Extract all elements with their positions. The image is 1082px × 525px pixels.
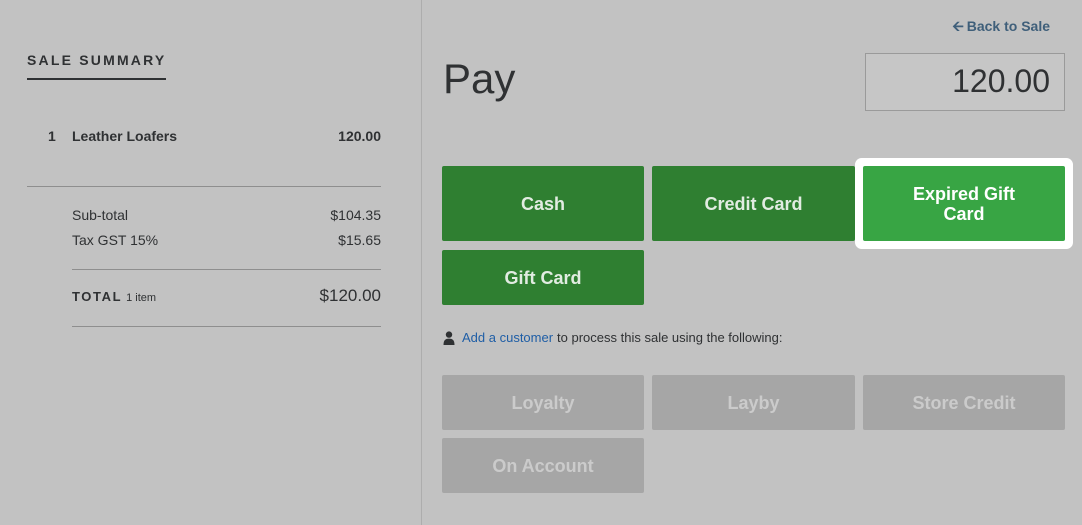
back-to-sale-link[interactable]: 🡨 Back to Sale xyxy=(952,16,1050,40)
credit-card-button[interactable]: Credit Card xyxy=(652,166,855,241)
subtotal-label: Sub-total xyxy=(72,207,129,223)
back-to-sale-label: Back to Sale xyxy=(966,18,1050,34)
total-value: $120.00 xyxy=(319,286,381,305)
divider xyxy=(72,269,381,270)
total-item-count: 1 item xyxy=(126,292,157,304)
total-label: TOTAL xyxy=(72,289,123,304)
tax-label: Tax GST 15% xyxy=(72,232,159,248)
on-account-button[interactable]: On Account xyxy=(442,438,644,493)
line-item-price: 120.00 xyxy=(338,128,381,144)
store-credit-button[interactable]: Store Credit xyxy=(863,375,1065,430)
line-item-name: Leather Loafers xyxy=(72,128,178,144)
arrow-left-icon: 🡨 xyxy=(952,18,964,34)
user-icon xyxy=(443,330,455,345)
subtotal-row: Sub-total $104.35 xyxy=(72,207,381,223)
divider xyxy=(27,186,381,187)
tax-value: $15.65 xyxy=(338,232,381,248)
cash-button[interactable]: Cash xyxy=(442,166,644,241)
add-customer-link[interactable]: Add a customer xyxy=(462,330,553,345)
subtotal-value: $104.35 xyxy=(330,207,381,223)
divider xyxy=(72,326,381,327)
payment-amount-input[interactable]: 120.00 xyxy=(865,53,1065,111)
expired-gift-card-button[interactable]: Expired Gift Card xyxy=(863,166,1065,241)
add-customer-prompt: Add a customer to process this sale usin… xyxy=(443,330,783,345)
gift-card-button[interactable]: Gift Card xyxy=(442,250,644,305)
layby-button[interactable]: Layby xyxy=(652,375,855,430)
page-title: Pay xyxy=(443,55,516,102)
sale-summary-title: SALE SUMMARY xyxy=(27,52,167,80)
tax-row: Tax GST 15% $15.65 xyxy=(72,232,381,248)
sale-summary-panel: SALE SUMMARY 1 Leather Loafers 120.00 Su… xyxy=(0,0,422,525)
loyalty-button[interactable]: Loyalty xyxy=(442,375,644,430)
total-row: TOTAL 1 item $120.00 xyxy=(72,286,381,306)
add-customer-text: to process this sale using the following… xyxy=(557,330,783,345)
line-item-qty: 1 xyxy=(48,128,56,144)
line-item[interactable]: 1 Leather Loafers 120.00 xyxy=(0,128,381,148)
